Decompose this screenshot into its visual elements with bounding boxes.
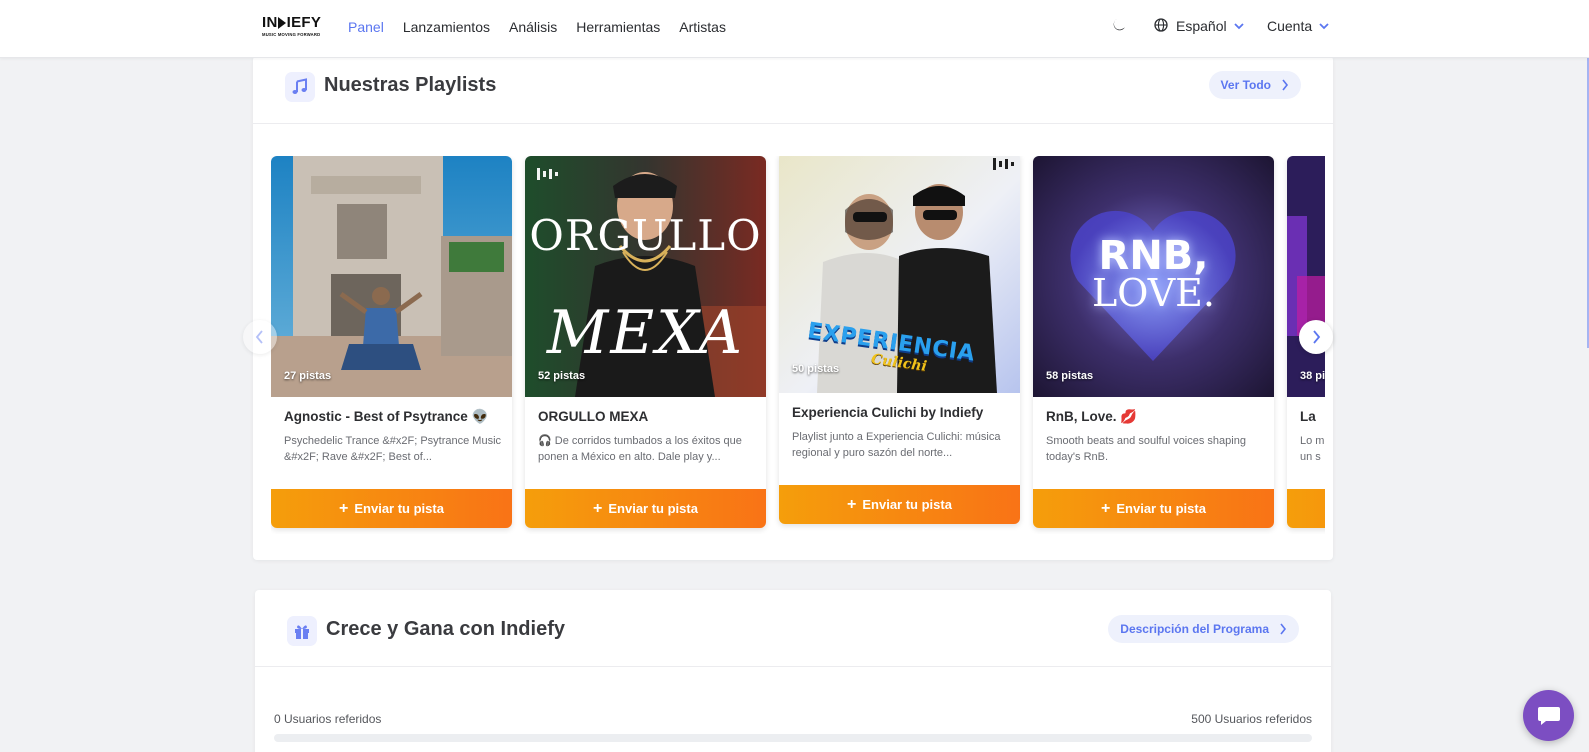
indiefy-logo[interactable]: IN IEFY MUSIC MOVING FORWARD bbox=[262, 15, 328, 39]
cover-title-bottom: MEXA bbox=[546, 298, 745, 368]
view-all-button[interactable]: Ver Todo bbox=[1208, 71, 1301, 99]
playlist-name: Experiencia Culichi by Indiefy bbox=[792, 405, 984, 420]
send-track-label: Enviar tu pista bbox=[608, 501, 698, 516]
music-note-icon bbox=[285, 72, 315, 102]
view-all-label: Ver Todo bbox=[1220, 78, 1271, 92]
main-nav: Panel Lanzamientos Análisis Herramientas… bbox=[348, 0, 745, 54]
playlist-cover-image: 27 pistas bbox=[271, 156, 512, 397]
track-count: 50 pistas bbox=[792, 363, 840, 375]
chat-bubble-icon bbox=[1537, 706, 1560, 725]
playlist-description: Smooth beats and soulful voices shaping … bbox=[1046, 435, 1246, 463]
nav-panel[interactable]: Panel bbox=[348, 19, 384, 35]
send-track-label: Enviar tu pista bbox=[1116, 501, 1206, 516]
referral-max-label: 500 Usuarios referidos bbox=[1191, 712, 1312, 726]
playlist-description: Lo m un s bbox=[1300, 435, 1325, 463]
logo-tagline: MUSIC MOVING FORWARD bbox=[262, 32, 321, 37]
chevron-right-icon bbox=[1280, 623, 1287, 635]
send-track-label: Enviar tu pista bbox=[354, 501, 444, 516]
program-description-button[interactable]: Descripción del Programa bbox=[1108, 615, 1299, 643]
top-navbar: IN IEFY MUSIC MOVING FORWARD Panel Lanzam… bbox=[0, 0, 1589, 58]
referral-title: Crece y Gana con Indiefy bbox=[326, 618, 565, 640]
plus-icon: + bbox=[339, 500, 349, 517]
playlist-name: La bbox=[1300, 409, 1316, 424]
send-track-button[interactable]: + Enviar tu pista bbox=[271, 489, 512, 528]
playlist-name: Agnostic - Best of Psytrance 👽 bbox=[284, 409, 489, 424]
chat-button[interactable] bbox=[1523, 690, 1574, 741]
chevron-right-icon bbox=[1282, 79, 1289, 91]
cover-title-top: ORGULLO bbox=[529, 211, 762, 260]
playlist-cover-image: RNB, LOVE. 58 pistas bbox=[1033, 156, 1274, 397]
send-track-button[interactable]: + Enviar tu pista bbox=[779, 485, 1020, 524]
account-label: Cuenta bbox=[1267, 18, 1313, 34]
cover-title-bottom: LOVE. bbox=[1092, 271, 1215, 315]
nav-analisis[interactable]: Análisis bbox=[509, 19, 557, 35]
playlist-description: 🎧 De corridos tumbados a los éxitos que … bbox=[538, 435, 742, 463]
playlists-title: Nuestras Playlists bbox=[324, 74, 497, 96]
plus-icon: + bbox=[847, 496, 857, 513]
program-description-label: Descripción del Programa bbox=[1120, 622, 1269, 636]
playlist-name: ORGULLO MEXA bbox=[538, 409, 649, 424]
nav-lanzamientos[interactable]: Lanzamientos bbox=[403, 19, 490, 35]
referral-header: Crece y Gana con Indiefy Descripción del… bbox=[255, 590, 1331, 667]
send-track-label: Enviar tu pista bbox=[862, 497, 952, 512]
plus-icon: + bbox=[1101, 500, 1111, 517]
cover-title-top: RNB, bbox=[1098, 233, 1209, 279]
playlist-cover-image: ORGULLO MEXA 52 pistas bbox=[525, 156, 766, 397]
playlist-card[interactable]: ORGULLO MEXA 52 pistas ORGULLO MEXA 🎧 De… bbox=[525, 156, 766, 528]
referral-min-label: 0 Usuarios referidos bbox=[274, 712, 382, 726]
send-track-button[interactable] bbox=[1287, 489, 1325, 528]
playlists-header: Nuestras Playlists Ver Todo bbox=[253, 56, 1333, 124]
nav-artistas[interactable]: Artistas bbox=[679, 19, 726, 35]
referral-section: Crece y Gana con Indiefy Descripción del… bbox=[255, 590, 1331, 752]
playlist-name: RnB, Love. 💋 bbox=[1046, 409, 1138, 424]
chevron-left-icon bbox=[255, 330, 263, 344]
playlist-card[interactable]: RNB, LOVE. 58 pistas RnB, Love. 💋 Smooth… bbox=[1033, 156, 1274, 528]
carousel-prev-button[interactable] bbox=[243, 320, 277, 354]
track-count: 58 pistas bbox=[1046, 370, 1094, 382]
chevron-right-icon bbox=[1313, 330, 1321, 344]
language-label: Español bbox=[1176, 18, 1227, 34]
playlist-description: Playlist junto a Experiencia Culichi: mú… bbox=[792, 431, 1001, 459]
plus-icon: + bbox=[593, 500, 603, 517]
playlist-cover-image: 38 pistas bbox=[1287, 156, 1325, 397]
playlist-carousel[interactable]: 27 pistas Agnostic - Best of Psytrance 👽… bbox=[271, 156, 1325, 534]
track-count: 38 pistas bbox=[1300, 370, 1325, 382]
track-count: 27 pistas bbox=[284, 370, 332, 382]
chevron-down-icon bbox=[1233, 23, 1244, 30]
send-track-button[interactable]: + Enviar tu pista bbox=[525, 489, 766, 528]
playlist-cover-image: EXPERIENCIA Culichi 50 pistas bbox=[779, 156, 1020, 393]
chevron-down-icon bbox=[1319, 23, 1329, 30]
account-menu[interactable]: Cuenta bbox=[1267, 18, 1330, 34]
carousel-next-button[interactable] bbox=[1299, 320, 1333, 354]
playlist-card[interactable]: 27 pistas Agnostic - Best of Psytrance 👽… bbox=[271, 156, 512, 528]
send-track-button[interactable]: + Enviar tu pista bbox=[1033, 489, 1274, 528]
playlist-description: Psychedelic Trance &#x2F; Psytrance Musi… bbox=[284, 435, 502, 463]
track-count: 52 pistas bbox=[538, 370, 586, 382]
dark-mode-moon-icon[interactable] bbox=[1111, 17, 1127, 33]
referral-progress-bar bbox=[274, 734, 1312, 742]
language-selector[interactable]: Español bbox=[1176, 18, 1245, 34]
gift-icon bbox=[287, 616, 317, 646]
nav-herramientas[interactable]: Herramientas bbox=[576, 19, 660, 35]
globe-icon bbox=[1154, 18, 1168, 32]
playlists-section: Nuestras Playlists Ver Todo 27 pistas Ag… bbox=[243, 56, 1333, 560]
playlist-card[interactable]: EXPERIENCIA Culichi 50 pistas Experienci… bbox=[779, 156, 1020, 524]
